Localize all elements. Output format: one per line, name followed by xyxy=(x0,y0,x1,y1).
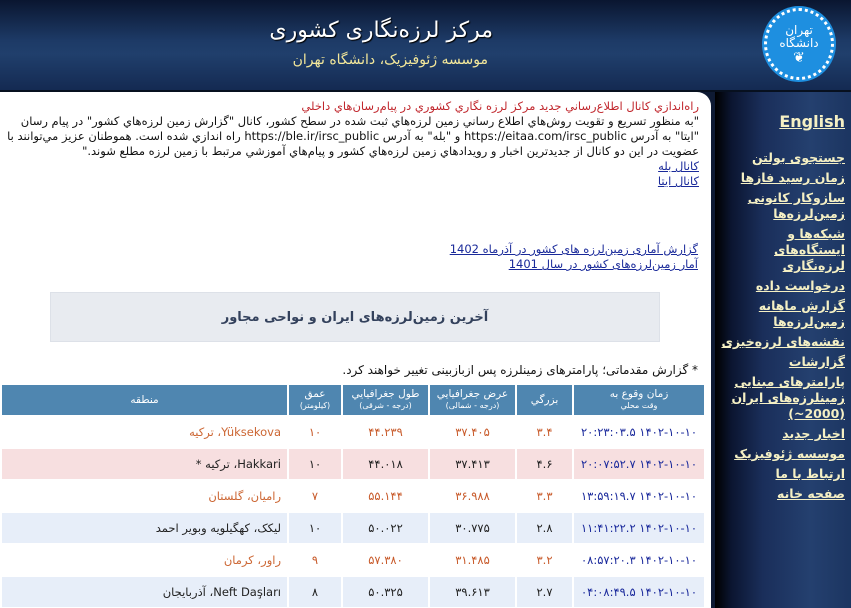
news-title: راه‌اندازي كانال اطلاع‌رساني جديد مركز ل… xyxy=(301,99,699,113)
sidebar-item-base-parameters[interactable]: پارامترهای مبنایی زمینلرزه‌های ایران (20… xyxy=(715,374,845,422)
sidebar-item-phase-arrival[interactable]: زمان رسید فازها xyxy=(715,170,845,186)
university-logo-icon[interactable]: تهران دانشگاه ❦ xyxy=(764,8,834,80)
event-time-cell: ۱۴۰۲-۱۰-۱۰ ۰۴:۰۸:۴۹.۵ xyxy=(574,577,704,607)
region-cell[interactable]: Neft Daşları، آذربایجان xyxy=(2,577,287,607)
region-cell[interactable]: رامیان، گلستان xyxy=(2,481,287,511)
depth-cell: ۷ xyxy=(289,481,341,511)
magnitude-cell: ۴.۶ xyxy=(517,449,572,479)
site-subtitle: موسسه ژئوفیزیک، دانشگاه تهران xyxy=(292,52,488,68)
latitude-cell: ۳۹.۶۱۳ xyxy=(430,577,515,607)
section-title-box: آخرین زمین‌لرزه‌های ایران و نواحی مجاور xyxy=(50,292,660,342)
reports-links: گزارش آماری زمین‌لرزه های کشور در آذرماه… xyxy=(450,242,698,272)
site-header: مرکز لرزه‌نگاری کشوری موسسه ژئوفیزیک، دا… xyxy=(0,0,851,92)
region-cell[interactable]: لیکک، کهگیلویه وبویر احمد xyxy=(2,513,287,543)
depth-cell: ۱۰ xyxy=(289,417,341,447)
sidebar-item-seismicity-maps[interactable]: نقشه‌های لرزه‌خیزی xyxy=(715,334,845,350)
bale-channel-link[interactable]: كانال بله xyxy=(0,159,699,174)
sidebar-item-focal-mechanism[interactable]: سازوکار کانونی زمین‌لرزه‌ها xyxy=(715,190,845,222)
depth-cell: ۸ xyxy=(289,577,341,607)
sidebar-item-bulletin-search[interactable]: جستجوی بولتن xyxy=(715,150,845,166)
event-time-cell: ۱۴۰۲-۱۰-۱۰ ۲۰:۰۷:۵۲.۷ xyxy=(574,449,704,479)
latitude-cell: ۳۱.۴۸۵ xyxy=(430,545,515,575)
sidebar-nav: English جستجوی بولتن زمان رسید فازها ساز… xyxy=(715,92,851,608)
table-header-row: زمان وقوع به وقت محلي بزرگي عرض جغرافيايي… xyxy=(2,385,704,415)
sidebar-item-news[interactable]: اخبار جدید xyxy=(715,426,845,442)
report-link-1401[interactable]: آمار زمین‌لرزه‌های کشور در سال 1401 xyxy=(450,257,698,272)
sidebar-item-home[interactable]: صفحه خانه xyxy=(715,486,845,502)
sidebar-item-monthly-report[interactable]: گزارش ماهانه زمین‌لرزه‌ها xyxy=(715,298,845,330)
sidebar-item-data-request[interactable]: درخواست داده xyxy=(715,278,845,294)
latitude-cell: ۳۷.۴۰۵ xyxy=(430,417,515,447)
latitude-cell: ۳۶.۹۸۸ xyxy=(430,481,515,511)
magnitude-cell: ۳.۲ xyxy=(517,545,572,575)
depth-cell: ۱۰ xyxy=(289,449,341,479)
longitude-cell: ۵۷.۳۸۰ xyxy=(343,545,428,575)
region-cell[interactable]: راور، کرمان xyxy=(2,545,287,575)
table-row[interactable]: ۱۴۰۲-۱۰-۱۰ ۰۴:۰۸:۴۹.۵ ۲.۷ ۳۹.۶۱۳ ۵۰.۳۲۵ ۸ Nef… xyxy=(2,577,704,607)
table-row[interactable]: ۱۴۰۲-۱۰-۱۰ ۱۱:۴۱:۲۲.۲ ۲.۸ ۳۰.۷۷۵ ۵۰.۰۲۲ ۱۰ لی… xyxy=(2,513,704,543)
news-announcement: راه‌اندازي كانال اطلاع‌رساني جديد مركز ل… xyxy=(0,99,699,189)
sidebar-item-contact[interactable]: ارتباط با ما xyxy=(715,466,845,482)
news-body: "به منظور تسريع و تقويت روش‌هاي اطلاع رس… xyxy=(7,114,699,158)
table-row[interactable]: ۱۴۰۲-۱۰-۱۰ ۲۰:۰۷:۵۲.۷ ۴.۶ ۳۷.۴۱۳ ۴۴.۰۱۸ ۱۰ Ha… xyxy=(2,449,704,479)
region-cell[interactable]: Hakkari، ترکیه * xyxy=(2,449,287,479)
earthquake-table: زمان وقوع به وقت محلي بزرگي عرض جغرافيايي… xyxy=(0,383,706,608)
col-header-latitude: عرض جغرافيايي (درجه - شمالی) xyxy=(430,385,515,415)
sidebar-item-reports[interactable]: گزارشات xyxy=(715,354,845,370)
longitude-cell: ۴۴.۰۱۸ xyxy=(343,449,428,479)
site-title: مرکز لرزه‌نگاری کشوری xyxy=(269,18,493,43)
event-time-cell: ۱۴۰۲-۱۰-۱۰ ۲۰:۲۳:۰۳.۵ xyxy=(574,417,704,447)
magnitude-cell: ۳.۳ xyxy=(517,481,572,511)
sidebar-item-networks-stations[interactable]: شبکه‌ها و ایستگاه‌های لرزه‌نگاری xyxy=(715,226,845,274)
report-link-azar-1402[interactable]: گزارش آماری زمین‌لرزه های کشور در آذرماه… xyxy=(450,242,698,257)
col-header-depth: عمق (کیلومتر) xyxy=(289,385,341,415)
event-time-cell: ۱۴۰۲-۱۰-۱۰ ۱۱:۴۱:۲۲.۲ xyxy=(574,513,704,543)
longitude-cell: ۵۰.۰۲۲ xyxy=(343,513,428,543)
col-header-region: منطقه xyxy=(2,385,287,415)
logo-text-line1: تهران xyxy=(785,22,813,37)
logo-wings-icon: ❦ xyxy=(793,49,805,66)
table-row[interactable]: ۱۴۰۲-۱۰-۱۰ ۰۸:۵۷:۲۰.۳ ۳.۲ ۳۱.۴۸۵ ۵۷.۳۸۰ ۹ راو… xyxy=(2,545,704,575)
col-header-magnitude: بزرگي xyxy=(517,385,572,415)
magnitude-cell: ۳.۴ xyxy=(517,417,572,447)
depth-cell: ۱۰ xyxy=(289,513,341,543)
section-title: آخرین زمین‌لرزه‌های ایران و نواحی مجاور xyxy=(221,309,489,325)
english-link[interactable]: English xyxy=(715,112,845,132)
region-cell[interactable]: Yüksekova، ترکیه xyxy=(2,417,287,447)
event-time-cell: ۱۴۰۲-۱۰-۱۰ ۱۳:۵۹:۱۹.۷ xyxy=(574,481,704,511)
magnitude-cell: ۲.۸ xyxy=(517,513,572,543)
longitude-cell: ۵۵.۱۴۴ xyxy=(343,481,428,511)
latitude-cell: ۳۷.۴۱۳ xyxy=(430,449,515,479)
preliminary-note: * گزارش مقدماتی؛ پارامترهای زمینلرزه پس … xyxy=(342,363,698,377)
logo-text-line2: دانشگاه xyxy=(779,35,819,50)
latitude-cell: ۳۰.۷۷۵ xyxy=(430,513,515,543)
eitaa-channel-link[interactable]: كانال ايتا xyxy=(0,174,699,189)
event-time-cell: ۱۴۰۲-۱۰-۱۰ ۰۸:۵۷:۲۰.۳ xyxy=(574,545,704,575)
col-header-longitude: طول جغرافيايي (درجه - شرقی) xyxy=(343,385,428,415)
magnitude-cell: ۲.۷ xyxy=(517,577,572,607)
sidebar-item-geophysics-institute[interactable]: موسسه ژئوفیزیک xyxy=(715,446,845,462)
main-content: راه‌اندازي كانال اطلاع‌رساني جديد مركز ل… xyxy=(0,92,711,608)
table-row[interactable]: ۱۴۰۲-۱۰-۱۰ ۱۳:۵۹:۱۹.۷ ۳.۳ ۳۶.۹۸۸ ۵۵.۱۴۴ ۷ رام… xyxy=(2,481,704,511)
table-row[interactable]: ۱۴۰۲-۱۰-۱۰ ۲۰:۲۳:۰۳.۵ ۳.۴ ۳۷.۴۰۵ ۴۴.۲۳۹ ۱۰ Yü… xyxy=(2,417,704,447)
longitude-cell: ۵۰.۳۲۵ xyxy=(343,577,428,607)
longitude-cell: ۴۴.۲۳۹ xyxy=(343,417,428,447)
depth-cell: ۹ xyxy=(289,545,341,575)
col-header-time: زمان وقوع به وقت محلي xyxy=(574,385,704,415)
